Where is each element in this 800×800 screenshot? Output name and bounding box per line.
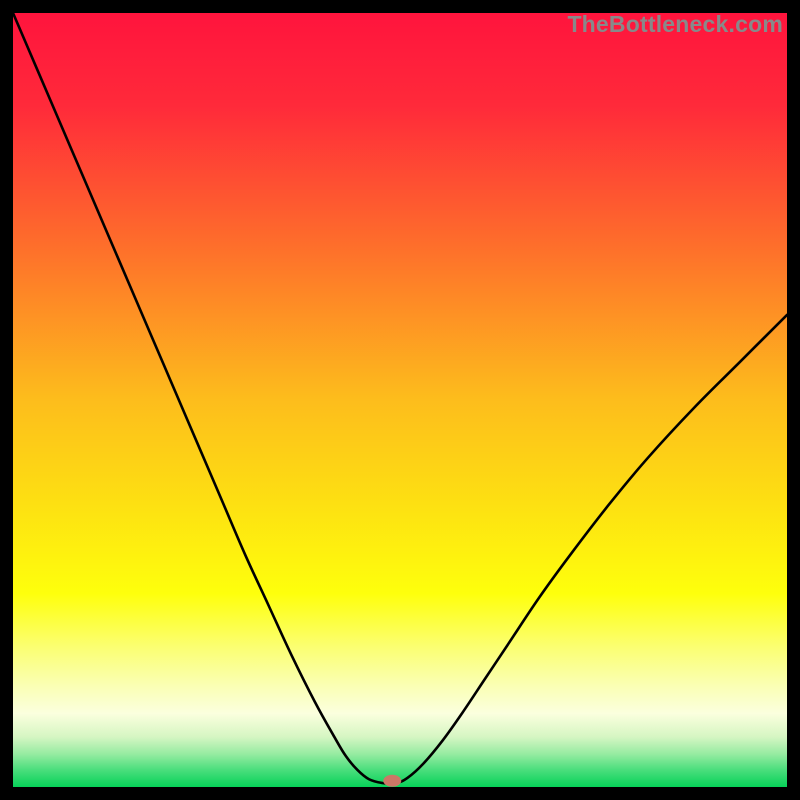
- gradient-background: [13, 13, 787, 787]
- bottleneck-chart: [13, 13, 787, 787]
- bottleneck-marker: [383, 775, 401, 787]
- watermark-text: TheBottleneck.com: [567, 11, 783, 38]
- chart-frame: TheBottleneck.com: [13, 13, 787, 787]
